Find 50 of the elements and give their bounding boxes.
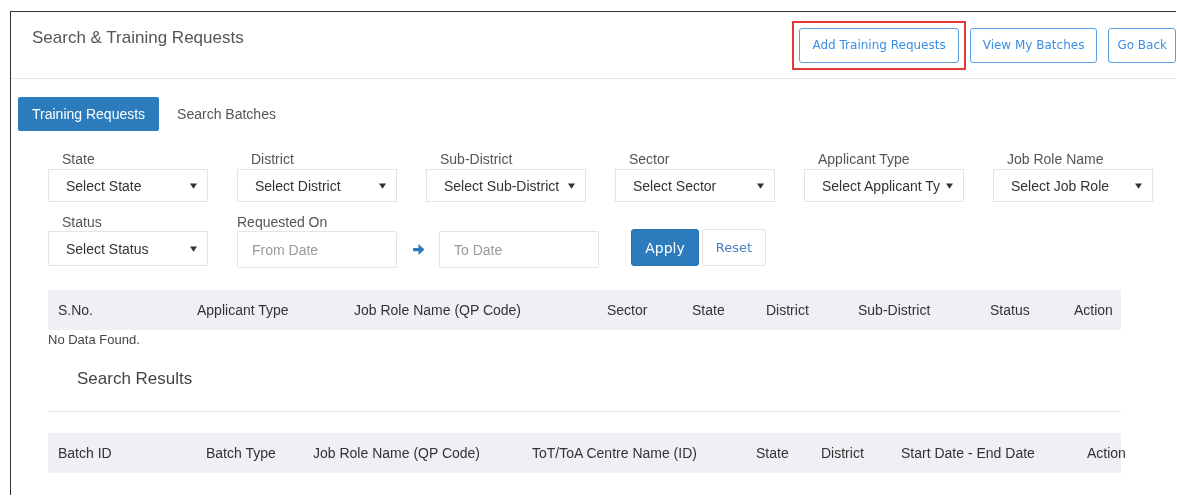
- column-header: Sector: [607, 302, 649, 318]
- column-header: Job Role Name (QP Code): [313, 445, 482, 461]
- caret-icon: [946, 182, 953, 189]
- field-label: Sector: [628, 151, 671, 169]
- date-input[interactable]: From Date: [237, 231, 397, 268]
- column-header: District: [766, 302, 810, 318]
- field-label: Requested On: [237, 214, 329, 232]
- field-label: State: [61, 151, 96, 169]
- apply-button[interactable]: Apply: [631, 229, 699, 266]
- select-dropdown[interactable]: Select Sector: [615, 169, 775, 202]
- column-header: S.No.: [58, 302, 94, 318]
- empty-message: No Data Found.: [48, 332, 141, 347]
- column-header: Applicant Type: [197, 302, 290, 318]
- field-label: District: [250, 151, 295, 169]
- column-header: Job Role Name (QP Code): [354, 302, 523, 318]
- reset-button[interactable]: Reset: [702, 229, 766, 266]
- select-dropdown[interactable]: Select Status: [48, 231, 208, 266]
- select-dropdown[interactable]: Select Job Role: [993, 169, 1153, 202]
- caret-icon: [379, 182, 386, 189]
- caret-icon: [1135, 182, 1142, 189]
- column-header: Status: [990, 302, 1031, 318]
- select-dropdown[interactable]: Select District: [237, 169, 397, 202]
- date-input[interactable]: To Date: [439, 231, 599, 268]
- arrow-right-icon: [412, 243, 425, 256]
- caret-icon: [190, 245, 197, 252]
- field-label: Applicant Type: [817, 151, 911, 169]
- column-header: Action: [1087, 445, 1126, 461]
- header-button[interactable]: View My Batches: [969, 27, 1098, 63]
- field-label: Status: [61, 214, 103, 232]
- column-header: Batch ID: [58, 445, 113, 461]
- select-dropdown[interactable]: Select Sub-District: [426, 169, 586, 202]
- tab[interactable]: Training Requests: [18, 97, 160, 131]
- column-header: State: [692, 302, 726, 318]
- column-header: Sub-District: [858, 302, 932, 318]
- column-header: State: [756, 445, 790, 461]
- caret-icon: [568, 182, 575, 189]
- column-header: Batch Type: [206, 445, 277, 461]
- page-title: Search & Training Requests: [32, 28, 244, 48]
- section-title: Search Results: [77, 369, 194, 389]
- header-button[interactable]: Go Back: [1108, 27, 1176, 63]
- select-dropdown[interactable]: Select Applicant Ty: [804, 169, 964, 202]
- column-header: District: [821, 445, 865, 461]
- caret-icon: [757, 182, 764, 189]
- field-label: Sub-District: [439, 151, 514, 169]
- select-dropdown[interactable]: Select State: [48, 169, 208, 202]
- column-header: Action: [1074, 302, 1114, 318]
- column-header: Start Date - End Date: [901, 445, 1036, 461]
- column-header: ToT/ToA Centre Name (ID): [532, 445, 698, 461]
- caret-icon: [190, 182, 197, 189]
- field-label: Job Role Name: [1006, 151, 1105, 169]
